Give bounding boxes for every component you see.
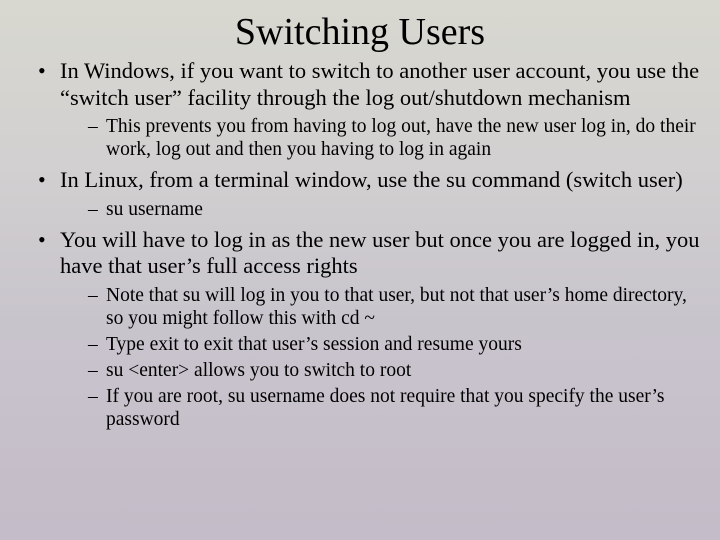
list-item: In Windows, if you want to switch to ano… bbox=[38, 58, 700, 161]
slide-title: Switching Users bbox=[20, 10, 700, 54]
list-item: If you are root, su username does not re… bbox=[88, 385, 700, 431]
bullet-text: In Windows, if you want to switch to ano… bbox=[60, 58, 699, 110]
list-item: su username bbox=[88, 198, 700, 221]
sub-list: su username bbox=[60, 198, 700, 221]
list-item: In Linux, from a terminal window, use th… bbox=[38, 167, 700, 221]
sub-list: Note that su will log in you to that use… bbox=[60, 284, 700, 431]
list-item: Type exit to exit that user’s session an… bbox=[88, 333, 700, 356]
sub-list: This prevents you from having to log out… bbox=[60, 115, 700, 161]
list-item: Note that su will log in you to that use… bbox=[88, 284, 700, 330]
bullet-text: In Linux, from a terminal window, use th… bbox=[60, 167, 683, 192]
bullet-list: In Windows, if you want to switch to ano… bbox=[20, 58, 700, 431]
list-item: This prevents you from having to log out… bbox=[88, 115, 700, 161]
bullet-text: You will have to log in as the new user … bbox=[60, 227, 699, 279]
list-item: su <enter> allows you to switch to root bbox=[88, 359, 700, 382]
list-item: You will have to log in as the new user … bbox=[38, 227, 700, 431]
